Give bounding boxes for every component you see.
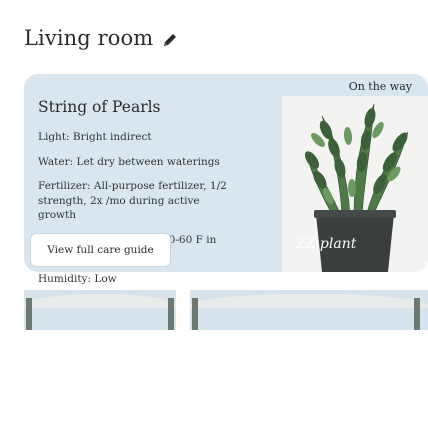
photo-caption: ZZ plant [296, 236, 357, 252]
care-item-fertilizer: Fertilizer: All-purpose fertilizer, 1/2 … [38, 180, 227, 221]
plant-thumbnail[interactable] [24, 290, 176, 330]
view-care-guide-button[interactable]: View full care guide [30, 233, 171, 267]
plant-photo-card[interactable]: On the way ZZ plant [268, 74, 428, 272]
care-card: String of Pearls Light: Bright indirect … [24, 74, 268, 285]
room-header: Living room [24, 18, 179, 58]
plant-thumbnail[interactable] [190, 290, 428, 330]
care-item-humidity: Humidity: Low [38, 272, 117, 285]
plant-name: String of Pearls [38, 98, 161, 116]
delivery-status: On the way [348, 80, 412, 93]
plant-thumbnail-row [24, 290, 428, 330]
care-list: Light: Bright indirect Water: Let dry be… [38, 130, 228, 296]
pencil-icon[interactable] [161, 31, 179, 49]
care-item-light: Light: Bright indirect [38, 131, 152, 143]
care-item-water: Water: Let dry between waterings [38, 155, 220, 168]
room-title: Living room [24, 26, 154, 50]
